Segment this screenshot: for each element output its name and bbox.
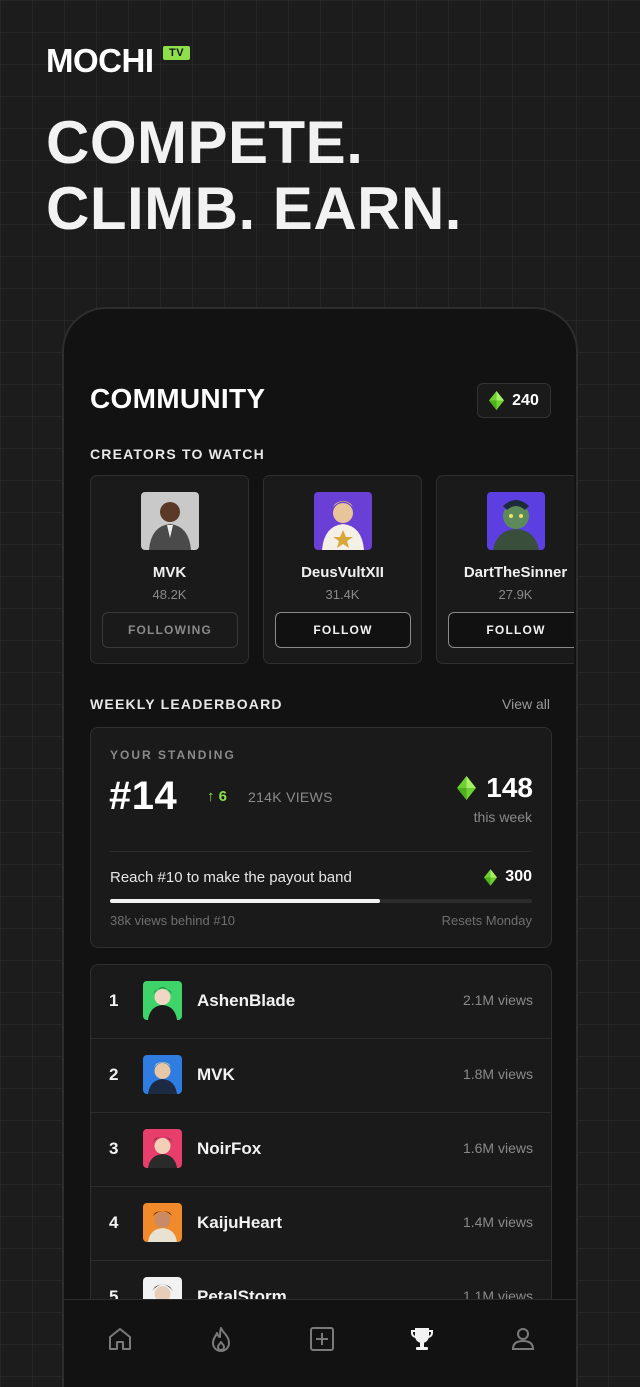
standing-rank: #14 xyxy=(109,774,178,818)
leaderboard-row[interactable]: 3 NoirFox 1.6M views xyxy=(91,1113,551,1187)
payout-progress-fill xyxy=(110,899,381,903)
creators-carousel[interactable]: MVK 48.2K FOLLOWING DeusVultXII 31.4K FO… xyxy=(90,475,574,665)
gem-balance-badge[interactable]: 240 xyxy=(477,383,551,418)
leaderboard-rank: 3 xyxy=(109,1139,119,1158)
leaderboard-name: NoirFox xyxy=(197,1139,262,1158)
view-all-link[interactable]: View all xyxy=(502,696,550,712)
leaderboard-row[interactable]: 2 MVK 1.8M views xyxy=(91,1039,551,1113)
leaderboard-rank: 1 xyxy=(109,991,119,1010)
avatar xyxy=(143,1203,182,1242)
leaderboard-rank: 2 xyxy=(109,1065,119,1084)
creator-followers: 48.2K xyxy=(152,587,187,602)
leaderboard-row[interactable]: 4 KaijuHeart 1.4M views xyxy=(91,1187,551,1261)
payout-gems: 300 xyxy=(484,868,532,886)
creator-card[interactable]: DartTheSinner 27.9K FOLLOW xyxy=(436,475,574,664)
follow-button[interactable]: FOLLOW xyxy=(448,612,574,648)
creator-card[interactable]: DeusVultXII 31.4K FOLLOW xyxy=(263,475,422,664)
leaderboard-row[interactable]: 1 AshenBlade 2.1M views xyxy=(91,965,551,1039)
standing-views: 214K VIEWS xyxy=(248,789,333,805)
payout-gems-value: 300 xyxy=(505,868,532,885)
home-icon[interactable] xyxy=(105,1324,135,1354)
standing-label: YOUR STANDING xyxy=(110,748,236,762)
brand-tv-badge: TV xyxy=(163,46,191,60)
creators-section-label: CREATORS TO WATCH xyxy=(90,446,265,462)
weekly-gems-value: 148 xyxy=(486,772,533,803)
leaderboard-views: 1.8M views xyxy=(462,1066,533,1082)
creator-name: DartTheSinner xyxy=(463,564,568,581)
avatar xyxy=(143,1129,182,1168)
trophy-icon[interactable] xyxy=(407,1324,437,1354)
leaderboard-views: 1.4M views xyxy=(462,1214,533,1230)
payout-progress-bar xyxy=(110,899,532,903)
rank-change: ↑ 6 xyxy=(207,788,228,805)
avatar xyxy=(314,492,372,550)
views-behind: 38k views behind #10 xyxy=(110,913,236,928)
page-title: COMMUNITY xyxy=(90,383,266,414)
profile-icon[interactable] xyxy=(508,1324,538,1354)
weekly-gems: 148 xyxy=(457,772,533,804)
avatar xyxy=(487,492,545,550)
avatar xyxy=(143,981,182,1020)
weekly-gems-caption: this week xyxy=(473,809,532,825)
follow-button[interactable]: FOLLOW xyxy=(275,612,411,648)
creator-name: MVK xyxy=(152,564,187,581)
your-standing-card: YOUR STANDING #14 ↑ 6 214K VIEWS 148 thi… xyxy=(90,727,552,948)
phone-frame: COMMUNITY 240 CREATORS TO WATCH MVK 48.2… xyxy=(62,307,578,1387)
leaderboard-views: 2.1M views xyxy=(462,992,533,1008)
flame-icon[interactable] xyxy=(206,1324,236,1354)
leaderboard-name: MVK xyxy=(197,1065,235,1084)
headline-line-1: COMPETE. xyxy=(46,109,364,176)
headline-line-2: CLIMB. EARN. xyxy=(46,175,462,242)
bottom-tab-bar xyxy=(64,1299,576,1387)
avatar xyxy=(141,492,199,550)
payout-text: Reach #10 to make the payout band xyxy=(110,869,352,886)
creator-name: DeusVultXII xyxy=(301,564,384,581)
avatar xyxy=(143,1055,182,1094)
following-button[interactable]: FOLLOWING xyxy=(102,612,238,648)
headline: COMPETE. CLIMB. EARN. xyxy=(46,110,462,242)
creator-followers: 31.4K xyxy=(325,587,360,602)
leaderboard-name: KaijuHeart xyxy=(197,1213,283,1232)
leaderboard-name: AshenBlade xyxy=(197,991,296,1010)
gem-icon xyxy=(489,391,505,410)
plus-square-icon[interactable] xyxy=(307,1324,337,1354)
brand-logo: MOCHI xyxy=(46,42,154,79)
leaderboard-views: 1.6M views xyxy=(462,1140,533,1156)
creator-followers: 27.9K xyxy=(498,587,533,602)
gem-icon xyxy=(484,868,498,886)
creator-card[interactable]: MVK 48.2K FOLLOWING xyxy=(90,475,249,664)
leaderboard-list: 1 AshenBlade 2.1M views 2 MVK 1.8M views… xyxy=(90,964,552,1309)
gem-balance-value: 240 xyxy=(512,391,539,409)
resets-text: Resets Monday xyxy=(441,913,532,928)
divider xyxy=(110,851,532,852)
leaderboard-rank: 4 xyxy=(109,1213,119,1232)
leaderboard-section-label: WEEKLY LEADERBOARD xyxy=(90,696,283,712)
gem-icon xyxy=(457,776,477,800)
